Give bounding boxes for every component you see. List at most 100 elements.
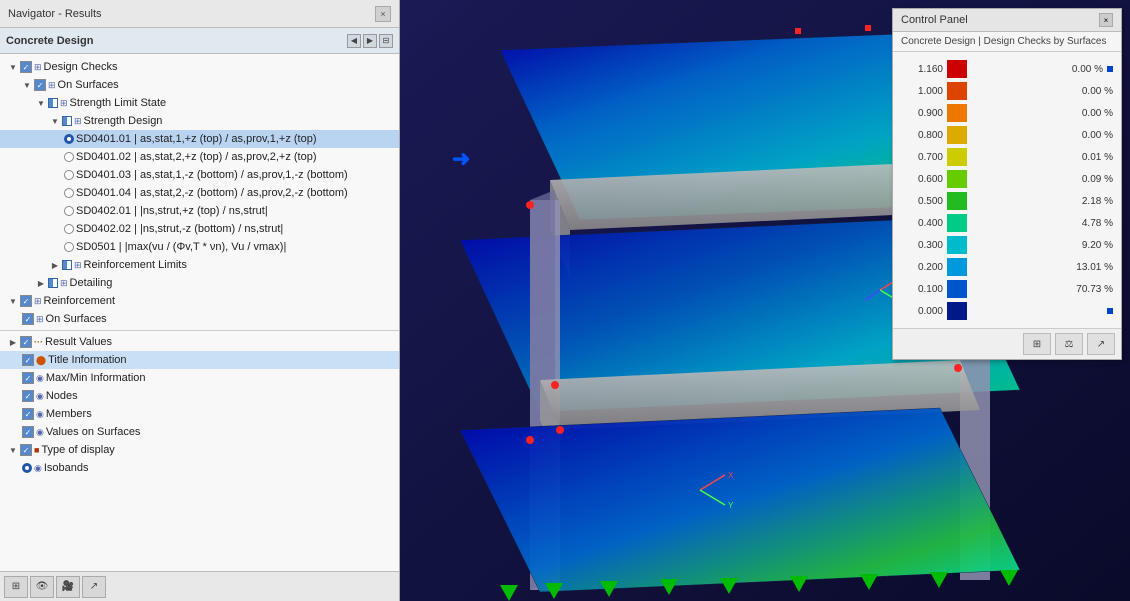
arrow-on-surfaces-1: ▼ <box>22 80 32 90</box>
tree-item-reinforcement-limits[interactable]: ▶ ⊞ Reinforcement Limits <box>0 256 399 274</box>
radio-sd0401-02[interactable] <box>64 152 74 162</box>
label-sd0402-01: SD0402.01 | |ns,strut,+z (top) / ns,stru… <box>76 205 268 217</box>
legend-color-1 <box>947 82 967 100</box>
toolbar-btn-3[interactable]: 🎥 <box>56 576 80 598</box>
checkbox-design-checks[interactable] <box>20 61 32 73</box>
tree-item-values-surfaces[interactable]: ◉ Values on Surfaces <box>0 423 399 441</box>
arrow-result-values: ▶ <box>8 337 18 347</box>
legend-color-6 <box>947 192 967 210</box>
checkbox-nodes[interactable] <box>22 390 34 402</box>
arrow-design-checks: ▼ <box>8 62 18 72</box>
icon2-strength-design: ⊞ <box>74 116 82 127</box>
cp-close-button[interactable]: × <box>1099 13 1113 27</box>
toolbar-btn-4[interactable]: ↗ <box>82 576 106 598</box>
icon2-detailing: ⊞ <box>60 278 68 289</box>
radio-sd0402-02[interactable] <box>64 224 74 234</box>
tree-item-type-display[interactable]: ▼ ■ Type of display <box>0 441 399 459</box>
label-title-info: Title Information <box>48 354 126 366</box>
toolbar-btn-2[interactable]: 👁 <box>30 576 54 598</box>
legend-row-3: 0.8000.00 % <box>901 124 1113 146</box>
tree-item-nodes[interactable]: ◉ Nodes <box>0 387 399 405</box>
legend-percent-5: 0.09 % <box>971 174 1113 185</box>
cp-titlebar: Control Panel × <box>893 9 1121 32</box>
legend-value-0: 1.160 <box>901 64 943 75</box>
legend-row-4: 0.7000.01 % <box>901 146 1113 168</box>
tree-item-reinforcement[interactable]: ▼ ⊞ Reinforcement <box>0 292 399 310</box>
radio-isobands[interactable] <box>22 463 32 473</box>
legend-color-9 <box>947 258 967 276</box>
arrow-reinforcement: ▼ <box>8 296 18 306</box>
radio-sd0401-03[interactable] <box>64 170 74 180</box>
toolbar-btn-1[interactable]: ⊞ <box>4 576 28 598</box>
tree-item-sd0401-03[interactable]: SD0401.03 | as,stat,1,-z (bottom) / as,p… <box>0 166 399 184</box>
tree-item-sd0402-02[interactable]: SD0402.02 | |ns,strut,-z (bottom) / ns,s… <box>0 220 399 238</box>
dropdown-bar[interactable]: Concrete Design ◀ ▶ ⊟ <box>0 28 399 54</box>
dropdown-arrows: ◀ ▶ ⊟ <box>347 34 393 48</box>
label-strength-limit: Strength Limit State <box>70 97 167 109</box>
tree-item-isobands[interactable]: ◉ Isobands <box>0 459 399 477</box>
tree-item-sd0402-01[interactable]: SD0402.01 | |ns,strut,+z (top) / ns,stru… <box>0 202 399 220</box>
tree-item-strength-limit[interactable]: ▼ ⊞ Strength Limit State <box>0 94 399 112</box>
tree-item-members[interactable]: ◉ Members <box>0 405 399 423</box>
tree-item-sd0401-04[interactable]: SD0401.04 | as,stat,2,-z (bottom) / as,p… <box>0 184 399 202</box>
tree-item-on-surfaces-1[interactable]: ▼ ⊞ On Surfaces <box>0 76 399 94</box>
cp-btn-export[interactable]: ↗ <box>1087 333 1115 355</box>
cp-btn-scale[interactable]: ⚖ <box>1055 333 1083 355</box>
checkbox-values-surfaces[interactable] <box>22 426 34 438</box>
checkbox-title-info[interactable] <box>22 354 34 366</box>
icon-detailing <box>48 278 58 288</box>
checkbox-type-display[interactable] <box>20 444 32 456</box>
radio-sd0401-01[interactable] <box>64 134 74 144</box>
checkbox-result-values[interactable] <box>20 336 32 348</box>
tree-item-strength-design[interactable]: ▼ ⊞ Strength Design <box>0 112 399 130</box>
legend-percent-1: 0.00 % <box>971 86 1113 97</box>
navigator-titlebar: Navigator - Results × <box>0 0 399 28</box>
icon-on-surfaces-1: ⊞ <box>48 80 56 91</box>
tree-item-design-checks[interactable]: ▼ ⊞ Design Checks <box>0 58 399 76</box>
label-maxmin-info: Max/Min Information <box>46 372 146 384</box>
checkbox-on-surfaces-1[interactable] <box>34 79 46 91</box>
tree-item-result-values[interactable]: ▶ ··· Result Values <box>0 333 399 351</box>
arrow-left-btn[interactable]: ◀ <box>347 34 361 48</box>
legend-row-2: 0.9000.00 % <box>901 102 1113 124</box>
radio-sd0501[interactable] <box>64 242 74 252</box>
legend-color-8 <box>947 236 967 254</box>
legend-percent-10: 70.73 % <box>971 284 1113 295</box>
arrow-strength-design: ▼ <box>50 116 60 126</box>
legend-marker-11 <box>1107 308 1113 314</box>
legend-color-3 <box>947 126 967 144</box>
label-reinforcement-limits: Reinforcement Limits <box>84 259 187 271</box>
radio-sd0402-01[interactable] <box>64 206 74 216</box>
label-values-surfaces: Values on Surfaces <box>46 426 141 438</box>
tree-item-sd0401-01[interactable]: SD0401.01 | as,stat,1,+z (top) / as,prov… <box>0 130 399 148</box>
tree-area[interactable]: ▼ ⊞ Design Checks ▼ ⊞ On Surfaces ▼ ⊞ St… <box>0 54 399 571</box>
viewport-3d[interactable]: X Y Z X Y X Y ➜ Control Panel × <box>400 0 1130 601</box>
checkbox-on-surfaces-2[interactable] <box>22 313 34 325</box>
label-reinforcement: Reinforcement <box>44 295 116 307</box>
arrow-right-btn[interactable]: ▶ <box>363 34 377 48</box>
legend-percent-2: 0.00 % <box>971 108 1113 119</box>
icon-strength-design <box>62 116 72 126</box>
checkbox-members[interactable] <box>22 408 34 420</box>
tree-item-detailing[interactable]: ▶ ⊞ Detailing <box>0 274 399 292</box>
icon-reinforcement-limits <box>62 260 72 270</box>
tree-item-on-surfaces-2[interactable]: ⊞ On Surfaces <box>0 310 399 328</box>
cp-btn-grid[interactable]: ⊞ <box>1023 333 1051 355</box>
panel-expand-btn[interactable]: ⊟ <box>379 34 393 48</box>
legend-percent-6: 2.18 % <box>971 196 1113 207</box>
tree-item-sd0401-02[interactable]: SD0401.02 | as,stat,2,+z (top) / as,prov… <box>0 148 399 166</box>
icon-nodes: ◉ <box>36 391 44 402</box>
legend-percent-7: 4.78 % <box>971 218 1113 229</box>
tree-item-sd0501[interactable]: SD0501 | |max(vu / (Φv,T * νn), Vu / vma… <box>0 238 399 256</box>
radio-sd0401-04[interactable] <box>64 188 74 198</box>
checkbox-maxmin-info[interactable] <box>22 372 34 384</box>
tree-item-title-info[interactable]: ⬤ Title Information <box>0 351 399 369</box>
tree-item-maxmin-info[interactable]: ◉ Max/Min Information <box>0 369 399 387</box>
legend-percent-9: 13.01 % <box>971 262 1113 273</box>
legend-marker-0 <box>1107 66 1113 72</box>
checkbox-reinforcement[interactable] <box>20 295 32 307</box>
legend-value-1: 1.000 <box>901 86 943 97</box>
control-panel: Control Panel × Concrete Design | Design… <box>892 8 1122 360</box>
nav-close-button[interactable]: × <box>375 6 391 22</box>
icon-maxmin-info: ◉ <box>36 373 44 384</box>
